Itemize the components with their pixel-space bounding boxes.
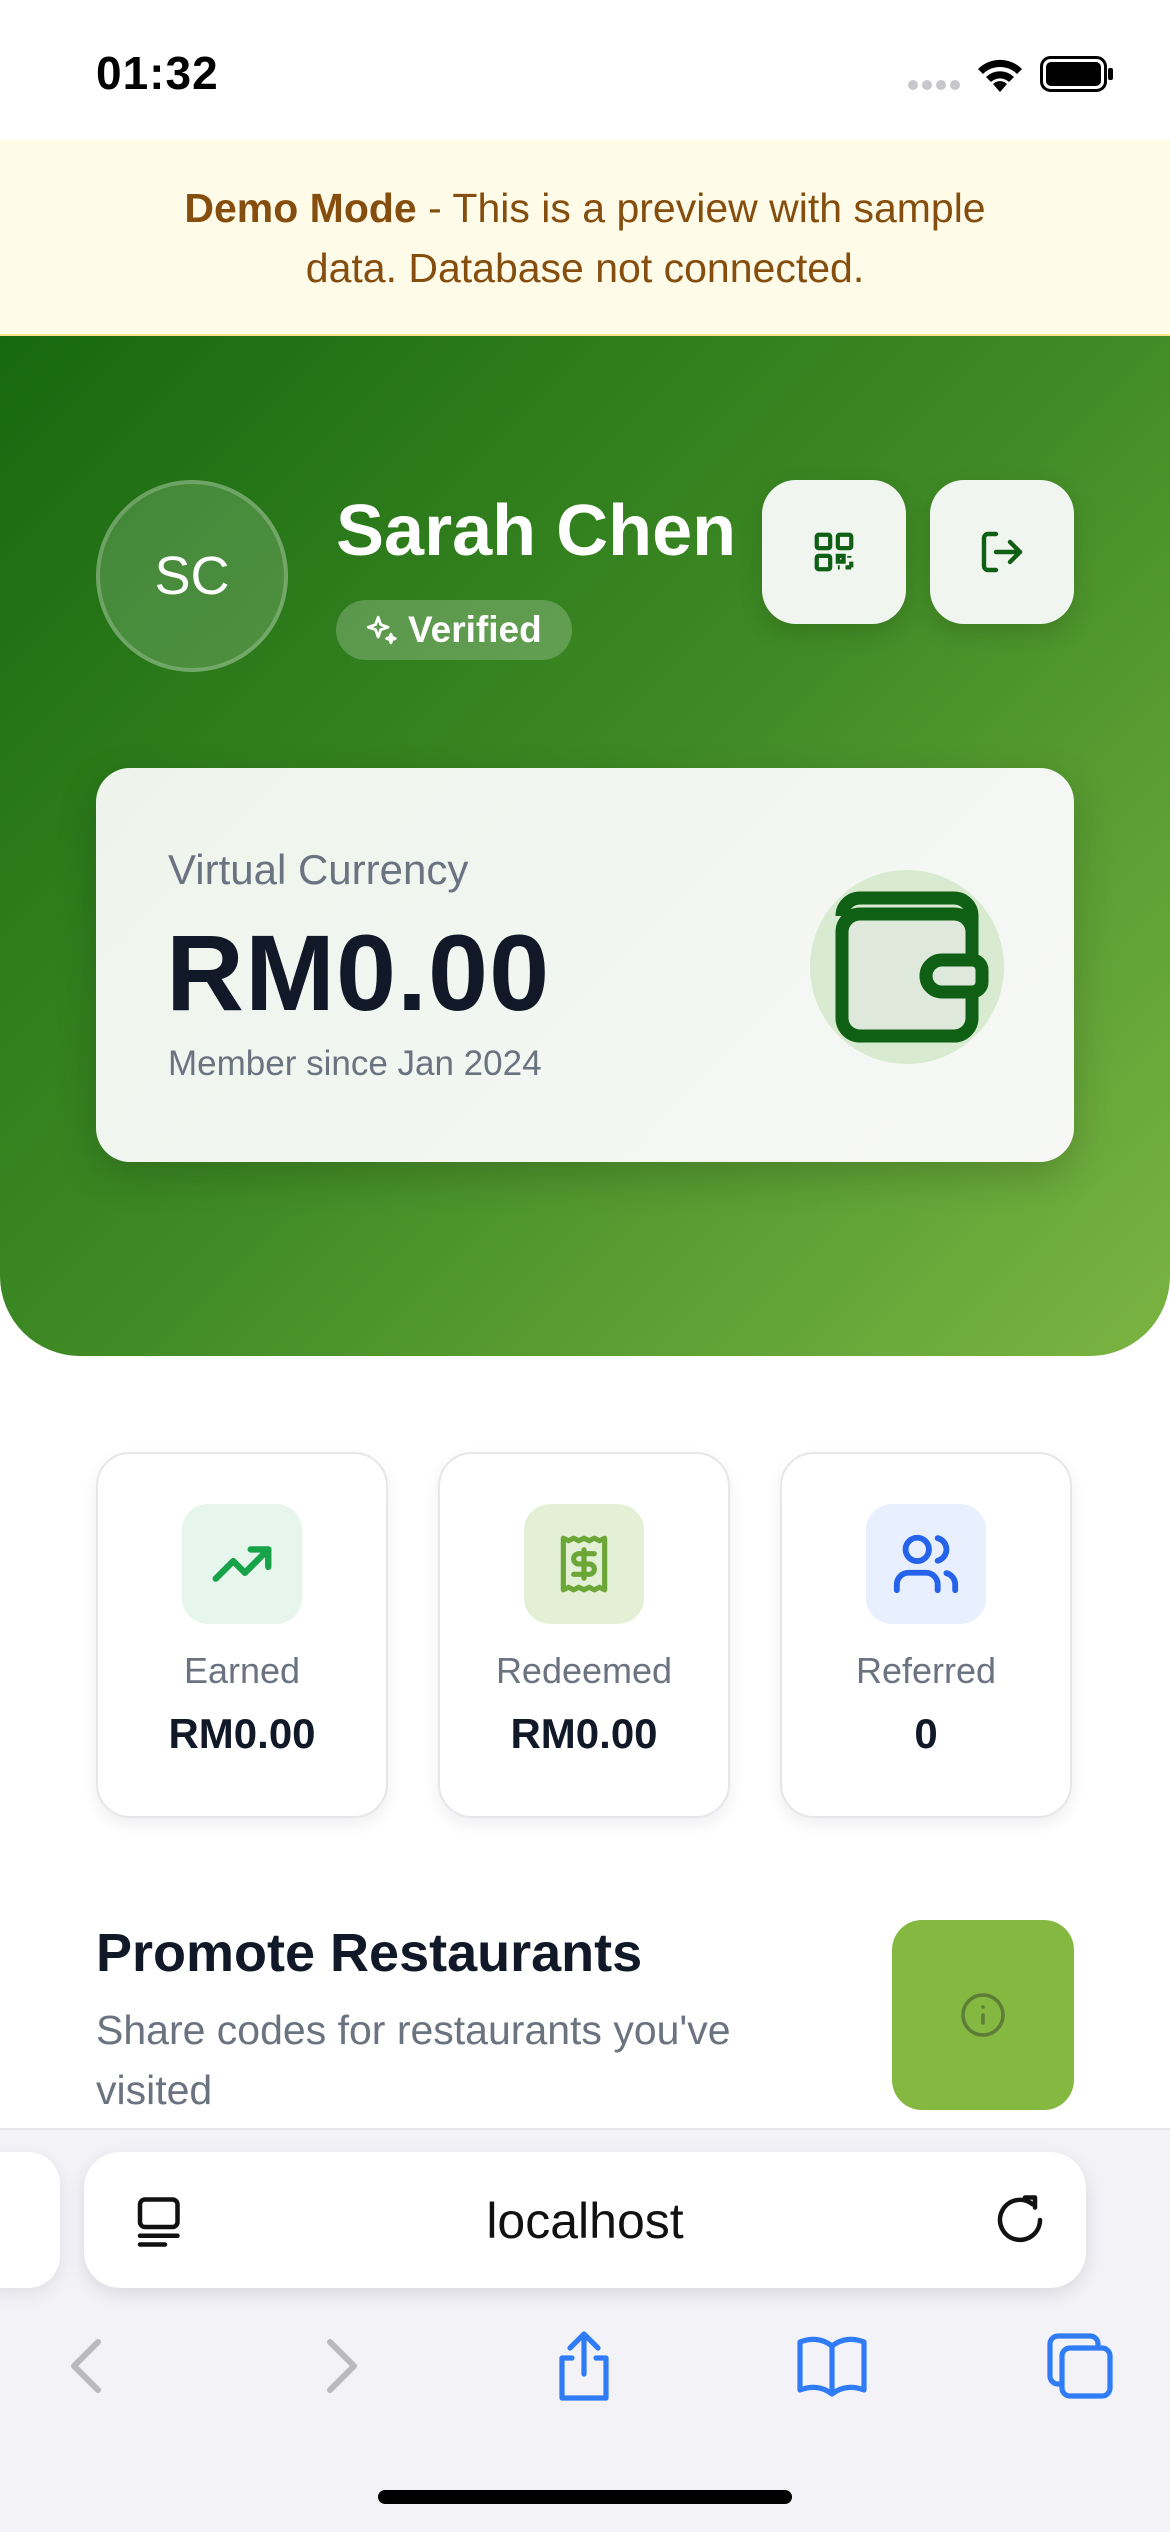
- logout-button[interactable]: [930, 480, 1074, 624]
- forward-icon[interactable]: [300, 2326, 380, 2406]
- tabs-icon[interactable]: [1040, 2326, 1120, 2406]
- wallet-balance: RM0.00: [166, 912, 551, 1033]
- verified-badge: Verified: [336, 600, 572, 660]
- avatar[interactable]: SC: [96, 480, 288, 672]
- earned-icon-box: [182, 1504, 302, 1624]
- status-time: 01:32: [96, 47, 219, 99]
- promote-subtitle: Share codes for restaurants you've visit…: [96, 2007, 731, 2113]
- reload-icon[interactable]: [990, 2190, 1050, 2250]
- demo-mode-title: Demo Mode: [184, 185, 417, 231]
- demo-mode-text-line1: - This is a preview with sample: [416, 185, 986, 231]
- receipt-icon: [560, 1535, 608, 1593]
- stat-value-redeemed: RM0.00: [510, 1710, 658, 1757]
- wallet-label: Virtual Currency: [168, 846, 469, 893]
- wallet-icon: [835, 891, 989, 1043]
- promote-info-button[interactable]: [892, 1920, 1074, 2110]
- qr-code-button[interactable]: [762, 480, 906, 624]
- share-icon[interactable]: [544, 2326, 624, 2406]
- promote-title: Promote Restaurants: [96, 1923, 643, 1983]
- home-indicator: [378, 2490, 792, 2504]
- stat-value-earned: RM0.00: [168, 1710, 316, 1757]
- cellular-signal-icon: [908, 80, 962, 92]
- stat-label-redeemed: Redeemed: [495, 1650, 673, 1691]
- stat-card-earned: Earned RM0.00: [96, 1452, 388, 1818]
- qr-code-icon: [814, 532, 854, 572]
- verified-label: Verified: [408, 609, 542, 650]
- wifi-icon: [978, 59, 1022, 92]
- logout-icon: [981, 531, 1023, 573]
- redeemed-icon-box: [524, 1504, 644, 1624]
- users-icon: [893, 1534, 959, 1594]
- demo-mode-banner: Demo Mode - This is a preview with sampl…: [0, 140, 1170, 336]
- back-icon[interactable]: [48, 2326, 128, 2406]
- stat-card-referred: Referred 0: [780, 1452, 1072, 1818]
- url-text[interactable]: localhost: [84, 2192, 1086, 2250]
- demo-mode-text-line2: data. Database not connected.: [305, 245, 865, 291]
- info-icon: [961, 1993, 1005, 2037]
- previous-tab-peek[interactable]: [0, 2152, 60, 2288]
- stat-label-earned: Earned: [183, 1650, 301, 1691]
- battery-icon: [1040, 56, 1113, 92]
- member-since: Member since Jan 2024: [168, 1044, 542, 1083]
- bookmarks-icon[interactable]: [792, 2326, 872, 2406]
- stat-label-referred: Referred: [855, 1650, 997, 1691]
- stat-card-redeemed: Redeemed RM0.00: [438, 1452, 730, 1818]
- referred-icon-box: [866, 1504, 986, 1624]
- stat-value-referred: 0: [914, 1710, 938, 1757]
- user-name: Sarah Chen: [336, 491, 737, 571]
- sparkles-icon: [366, 615, 397, 645]
- trending-up-icon: [212, 1546, 272, 1582]
